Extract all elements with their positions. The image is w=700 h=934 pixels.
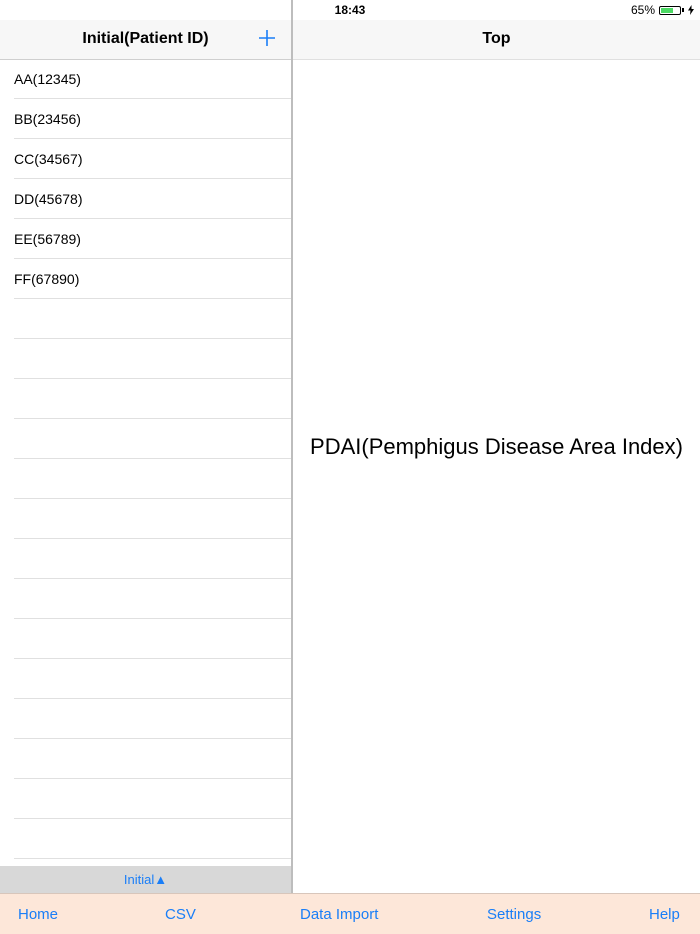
patient-row[interactable]: DD(45678) — [14, 179, 291, 219]
csv-button[interactable]: CSV — [165, 906, 196, 923]
home-button[interactable]: Home — [18, 906, 58, 923]
patient-list: AA(12345) BB(23456) CC(34567) DD(45678) EE(5… — [0, 59, 291, 866]
charging-bolt-icon — [688, 5, 694, 15]
empty-row — [14, 819, 291, 859]
empty-row — [14, 419, 291, 459]
right-nav-title: Top — [482, 30, 511, 47]
empty-row — [14, 699, 291, 739]
empty-row — [14, 859, 291, 866]
patient-label: DD(45678) — [14, 191, 83, 207]
patient-label: CC(34567) — [14, 151, 83, 167]
patient-row[interactable]: FF(67890) — [14, 259, 291, 299]
patient-label: BB(23456) — [14, 111, 81, 127]
patient-row[interactable]: CC(34567) — [14, 139, 291, 179]
empty-row — [14, 339, 291, 379]
app-title-text: PDAI(Pemphigus Disease Area Index) — [310, 434, 683, 459]
settings-button[interactable]: Settings — [487, 906, 541, 923]
help-button[interactable]: Help — [649, 906, 680, 923]
bottom-toolbar: Home CSV Data Import Settings Help — [0, 893, 700, 934]
empty-row — [14, 739, 291, 779]
patient-label: EE(56789) — [14, 231, 81, 247]
empty-row — [14, 579, 291, 619]
empty-row — [14, 379, 291, 419]
patient-row[interactable]: AA(12345) — [14, 59, 291, 99]
data-import-button[interactable]: Data Import — [300, 906, 378, 923]
battery-percent: 65% — [630, 3, 655, 17]
patient-list-pane: Initial(Patient ID) AA(12345) BB(23456) CC… — [0, 0, 291, 893]
plus-icon — [259, 30, 275, 46]
sort-initial-button[interactable]: Initial▲ — [0, 866, 291, 893]
empty-row — [14, 539, 291, 579]
patient-label: FF(67890) — [14, 271, 80, 287]
status-right: 65% — [631, 3, 694, 17]
left-nav-title: Initial(Patient ID) — [82, 30, 209, 47]
patient-label: AA(12345) — [14, 71, 81, 87]
left-nav-bar: Initial(Patient ID) — [0, 20, 291, 60]
add-patient-button[interactable] — [255, 24, 279, 52]
empty-row — [14, 659, 291, 699]
patient-row[interactable]: BB(23456) — [14, 99, 291, 139]
patient-row[interactable]: EE(56789) — [14, 219, 291, 259]
empty-row — [14, 459, 291, 499]
right-nav-bar: Top — [293, 20, 700, 60]
empty-row — [14, 299, 291, 339]
empty-row — [14, 619, 291, 659]
empty-row — [14, 499, 291, 539]
empty-row — [14, 779, 291, 819]
battery-icon — [659, 5, 681, 15]
